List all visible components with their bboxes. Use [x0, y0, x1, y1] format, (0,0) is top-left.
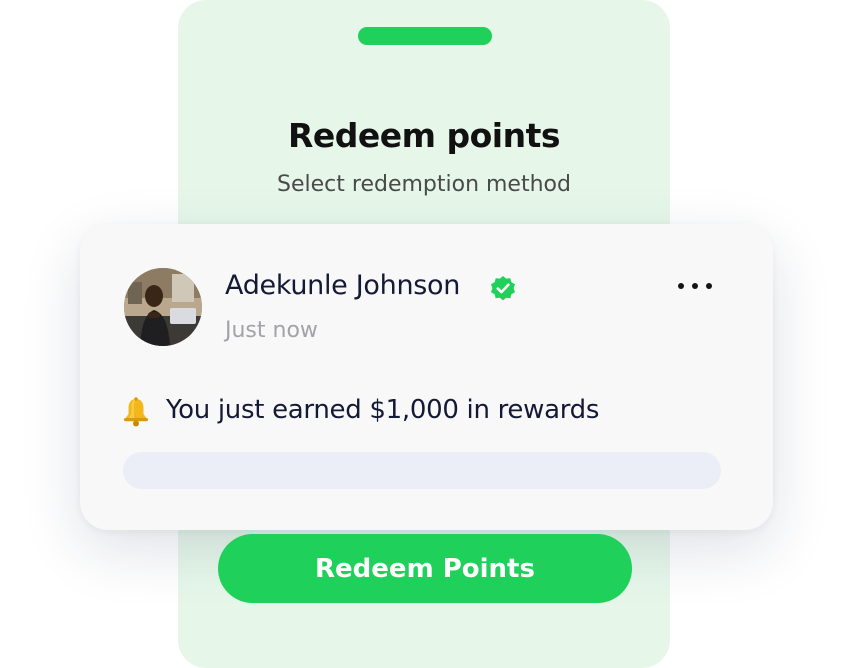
more-options-icon[interactable]: [678, 277, 712, 295]
avatar: [124, 268, 202, 346]
avatar-photo: [124, 268, 202, 346]
user-name: Adekunle Johnson: [225, 270, 461, 301]
reward-progress-bar: [123, 452, 721, 489]
more-dot: [692, 283, 698, 289]
more-dot: [706, 283, 712, 289]
timestamp: Just now: [225, 318, 318, 343]
more-dot: [678, 283, 684, 289]
page-title: Redeem points: [287, 116, 561, 155]
verified-badge-icon: [488, 274, 518, 304]
reward-message: You just earned $1,000 in rewards: [166, 395, 600, 425]
redeem-points-button[interactable]: Redeem Points: [218, 534, 632, 603]
page-subtitle: Select redemption method: [277, 172, 571, 197]
bell-icon: [120, 396, 152, 428]
phone-notch: [358, 27, 492, 45]
redeem-points-screen: Redeem points Select redemption method A…: [0, 0, 851, 668]
